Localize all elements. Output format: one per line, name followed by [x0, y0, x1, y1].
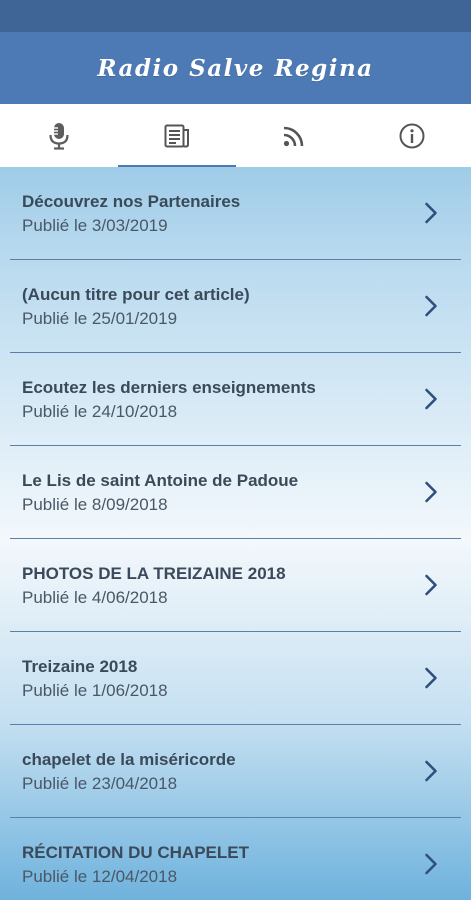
- article-date: Publié le 23/04/2018: [22, 774, 178, 793]
- status-bar: [0, 0, 471, 32]
- article-title: chapelet de la miséricorde: [22, 750, 236, 769]
- article-date: Publié le 24/10/2018: [22, 402, 178, 421]
- article-date: Publié le 25/01/2019: [22, 309, 178, 328]
- article-item[interactable]: (Aucun titre pour cet article) Publié le …: [10, 260, 461, 353]
- chevron-right-icon: [419, 853, 443, 875]
- chevron-right-icon: [419, 295, 443, 317]
- article-title: Ecoutez les derniers enseignements: [22, 378, 316, 397]
- article-text: PHOTOS DE LA TREIZAINE 2018 Publié le 4/0…: [10, 560, 419, 610]
- article-text: chapelet de la miséricorde Publié le 23/0…: [10, 746, 419, 796]
- tab-news[interactable]: [117, 104, 236, 167]
- article-title: Le Lis de saint Antoine de Padoue: [22, 471, 299, 490]
- article-title: PHOTOS DE LA TREIZAINE 2018: [22, 564, 286, 583]
- article-date: Publié le 3/03/2019: [22, 216, 168, 235]
- article-text: Découvrez nos Partenaires Publié le 3/03/…: [10, 188, 419, 238]
- article-item[interactable]: Ecoutez les derniers enseignements Publié…: [10, 353, 461, 446]
- article-item[interactable]: Treizaine 2018 Publié le 1/06/2018: [10, 632, 461, 725]
- article-item[interactable]: chapelet de la miséricorde Publié le 23/0…: [10, 725, 461, 818]
- app-bar: Radio Salve Regina: [0, 32, 471, 104]
- article-item[interactable]: RÉCITATION DU CHAPELET Publié le 12/04/20…: [10, 818, 461, 900]
- tab-podcasts[interactable]: [236, 104, 354, 167]
- article-item[interactable]: Le Lis de saint Antoine de Padoue Publié …: [10, 446, 461, 539]
- article-date: Publié le 4/06/2018: [22, 588, 168, 607]
- article-item[interactable]: PHOTOS DE LA TREIZAINE 2018 Publié le 4/0…: [10, 539, 461, 632]
- chevron-right-icon: [419, 202, 443, 224]
- article-text: Ecoutez les derniers enseignements Publié…: [10, 374, 419, 424]
- tab-info[interactable]: [353, 104, 471, 167]
- tab-live-radio[interactable]: [0, 104, 118, 167]
- chevron-right-icon: [419, 388, 443, 410]
- chevron-right-icon: [419, 760, 443, 782]
- article-title: RÉCITATION DU CHAPELET: [22, 843, 249, 862]
- article-text: Le Lis de saint Antoine de Padoue Publié …: [10, 467, 419, 517]
- chevron-right-icon: [419, 574, 443, 596]
- article-date: Publié le 12/04/2018: [22, 867, 178, 886]
- news-icon: [164, 124, 190, 148]
- article-item[interactable]: Découvrez nos Partenaires Publié le 3/03/…: [10, 167, 461, 260]
- microphone-icon: [48, 122, 70, 150]
- app-title: Radio Salve Regina: [97, 54, 374, 82]
- article-text: RÉCITATION DU CHAPELET Publié le 12/04/20…: [10, 839, 419, 889]
- article-list: Découvrez nos Partenaires Publié le 3/03/…: [0, 167, 471, 900]
- tab-bar: [0, 104, 471, 167]
- chevron-right-icon: [419, 667, 443, 689]
- article-date: Publié le 8/09/2018: [22, 495, 168, 514]
- article-text: Treizaine 2018 Publié le 1/06/2018: [10, 653, 419, 703]
- rss-icon: [282, 124, 306, 148]
- info-icon: [399, 123, 425, 149]
- article-title: Treizaine 2018: [22, 657, 138, 676]
- chevron-right-icon: [419, 481, 443, 503]
- article-date: Publié le 1/06/2018: [22, 681, 168, 700]
- screen: Radio Salve Regina Découvrez nos Partena…: [0, 0, 471, 900]
- article-title: Découvrez nos Partenaires: [22, 192, 241, 211]
- article-title: (Aucun titre pour cet article): [22, 285, 250, 304]
- article-text: (Aucun titre pour cet article) Publié le …: [10, 281, 419, 331]
